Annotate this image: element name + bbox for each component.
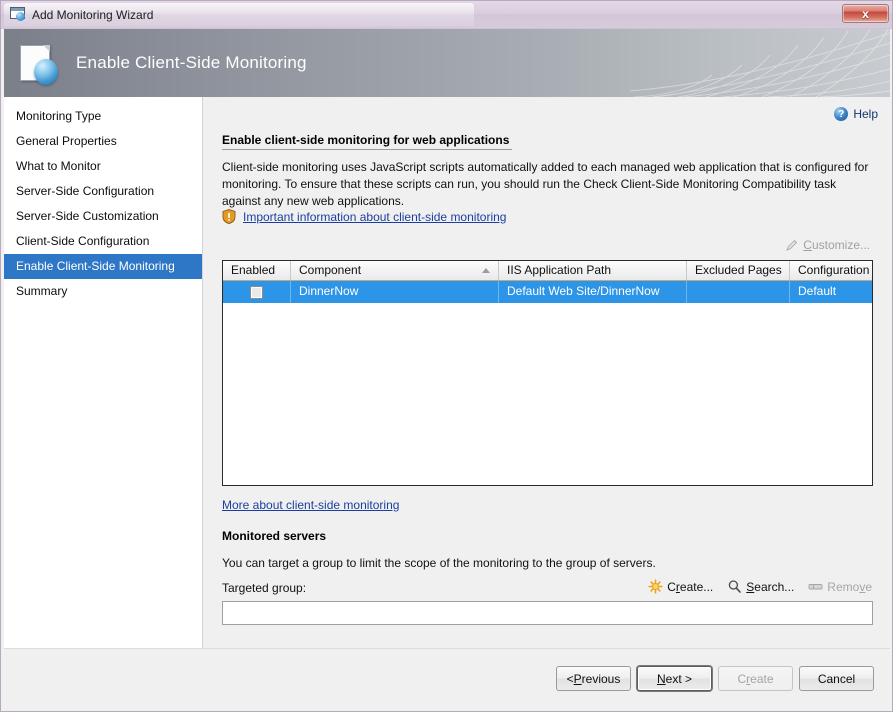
column-header-excluded-pages[interactable]: Excluded Pages (687, 261, 790, 280)
cancel-button[interactable]: Cancel (799, 666, 874, 691)
footer-button-group: < Previous Next > Create Cancel (556, 666, 874, 691)
create-group-button[interactable]: Create... (648, 579, 713, 594)
next-button[interactable]: Next > (637, 666, 712, 691)
title-bar-tab: Add Monitoring Wizard (4, 3, 474, 26)
close-icon[interactable]: x (842, 4, 889, 23)
search-group-button[interactable]: Search... (727, 579, 794, 594)
important-information-label: Important information about client-side … (243, 210, 506, 224)
row-enabled-checkbox[interactable] (250, 286, 263, 299)
wizard-step-sidebar: Monitoring Type General Properties What … (4, 97, 203, 648)
column-header-configuration[interactable]: Configuration (790, 261, 872, 280)
wizard-banner: Enable Client-Side Monitoring (4, 29, 890, 97)
remove-group-label: Remove (827, 580, 872, 594)
title-bar: Add Monitoring Wizard x (1, 1, 893, 29)
page-title: Enable client-side monitoring for web ap… (222, 133, 512, 150)
targeted-group-list[interactable] (222, 601, 873, 625)
wizard-footer: < Previous Next > Create Cancel (4, 648, 890, 707)
sidebar-item-server-side-customization[interactable]: Server-Side Customization (4, 204, 202, 229)
pencil-icon (785, 239, 798, 252)
wizard-content-pane: ? Help Enable client-side monitoring for… (204, 97, 890, 648)
sidebar-item-what-to-monitor[interactable]: What to Monitor (4, 154, 202, 179)
monitored-servers-description: You can target a group to limit the scop… (222, 556, 656, 570)
table-header-row: Enabled Component IIS Application Path E… (223, 261, 872, 281)
question-circle-icon: ? (834, 107, 848, 121)
sidebar-item-server-side-configuration[interactable]: Server-Side Configuration (4, 179, 202, 204)
cell-excluded-pages (687, 281, 790, 303)
add-monitoring-wizard-window: Add Monitoring Wizard x (0, 0, 893, 712)
customize-label: Customize... (803, 238, 870, 252)
important-information-link[interactable]: Important information about client-side … (222, 209, 506, 224)
sidebar-item-summary[interactable]: Summary (4, 279, 202, 304)
column-header-enabled[interactable]: Enabled (223, 261, 291, 280)
help-button[interactable]: ? Help (834, 107, 878, 121)
search-group-label: Search... (746, 580, 794, 594)
warning-shield-icon (222, 209, 236, 224)
customize-button: Customize... (785, 238, 870, 252)
page-sphere-icon (18, 41, 62, 85)
table-row[interactable]: DinnerNow Default Web Site/DinnerNow Def… (223, 281, 872, 303)
sort-ascending-icon (482, 268, 490, 273)
create-button: Create (718, 666, 793, 691)
sidebar-item-enable-client-side-monitoring[interactable]: Enable Client-Side Monitoring (4, 254, 202, 279)
sidebar-item-general-properties[interactable]: General Properties (4, 129, 202, 154)
components-table[interactable]: Enabled Component IIS Application Path E… (222, 260, 873, 486)
banner-content: Enable Client-Side Monitoring (18, 29, 307, 97)
create-group-label: Create... (667, 580, 713, 594)
intro-paragraph: Client-side monitoring uses JavaScript s… (222, 159, 870, 210)
cell-configuration: Default (790, 281, 872, 303)
magnifier-icon (727, 579, 742, 594)
previous-button[interactable]: < Previous (556, 666, 631, 691)
window-sphere-icon (10, 7, 26, 22)
window-title: Add Monitoring Wizard (32, 8, 153, 22)
remove-group-button: Remove (808, 579, 872, 594)
column-header-iis-application-path[interactable]: IIS Application Path (499, 261, 687, 280)
targeted-group-label: Targeted group: (222, 581, 306, 595)
eraser-icon (808, 579, 823, 594)
column-header-component[interactable]: Component (291, 261, 499, 280)
monitored-servers-heading: Monitored servers (222, 529, 326, 543)
banner-title: Enable Client-Side Monitoring (76, 53, 307, 73)
help-label: Help (853, 107, 878, 121)
column-header-component-label: Component (299, 263, 361, 277)
sidebar-item-monitoring-type[interactable]: Monitoring Type (4, 104, 202, 129)
group-actions: Create... Search... Remo (648, 579, 872, 594)
cell-iis-application-path: Default Web Site/DinnerNow (499, 281, 687, 303)
cell-enabled[interactable] (223, 281, 291, 303)
cell-component: DinnerNow (291, 281, 499, 303)
sidebar-item-client-side-configuration[interactable]: Client-Side Configuration (4, 229, 202, 254)
banner-grid-decoration (630, 29, 890, 97)
star-burst-icon (648, 579, 663, 594)
more-about-client-side-monitoring-link[interactable]: More about client-side monitoring (222, 498, 399, 512)
